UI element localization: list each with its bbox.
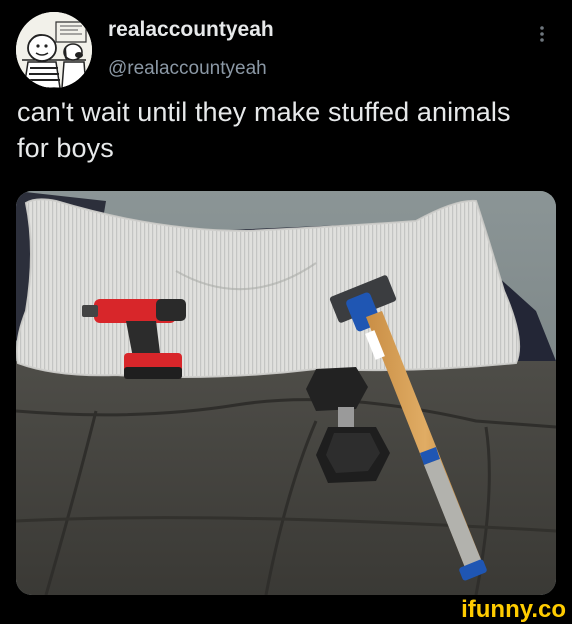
photo-of-tools-on-pillow bbox=[16, 191, 556, 595]
watermark-text: ifunny.co bbox=[461, 596, 566, 622]
tweet-photo[interactable] bbox=[16, 191, 556, 595]
more-vertical-icon[interactable] bbox=[534, 22, 550, 46]
ifunny-watermark: ifunny.co bbox=[418, 596, 568, 622]
cartoon-avatar-icon bbox=[16, 12, 92, 88]
author-handle[interactable]: @realaccountyeah bbox=[108, 58, 267, 80]
tweet-text: can't wait until they make stuffed anima… bbox=[17, 97, 511, 163]
author-display-name[interactable]: realaccountyeah bbox=[108, 18, 274, 42]
avatar[interactable] bbox=[16, 12, 92, 88]
tweet-card: realaccountyeah @realaccountyeah can't w… bbox=[0, 0, 572, 624]
